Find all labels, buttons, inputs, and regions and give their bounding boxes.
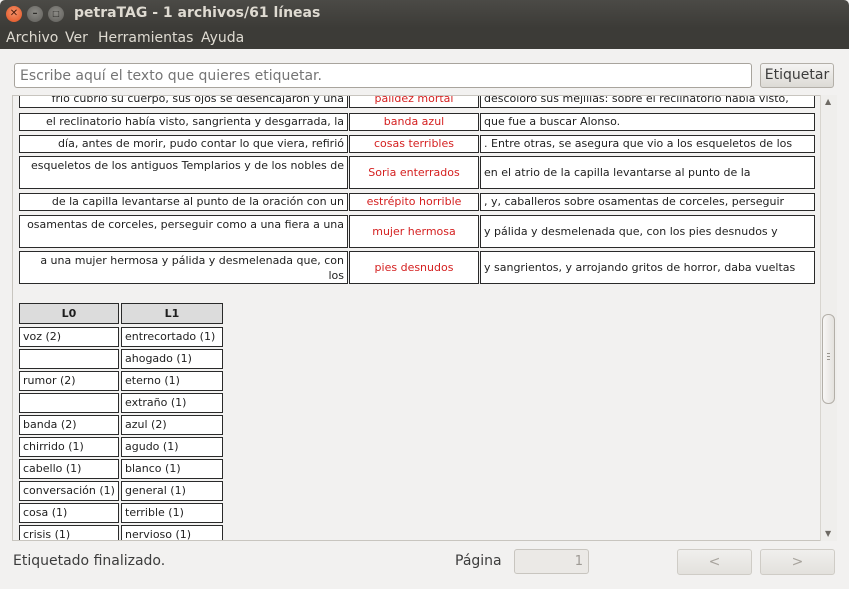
close-icon[interactable]: ✕ — [6, 6, 22, 22]
lexicon-cell: eterno (1) — [121, 371, 223, 391]
results-panel[interactable]: frío cubrió su cuerpo, sus ojos se desen… — [12, 95, 837, 541]
maximize-icon[interactable]: □ — [48, 6, 64, 22]
scroll-down-icon[interactable]: ▼ — [825, 529, 831, 538]
status-message: Etiquetado finalizado. — [13, 553, 166, 569]
next-page-button[interactable]: > — [760, 549, 835, 575]
scroll-up-icon[interactable]: ▲ — [825, 97, 831, 106]
lexicon-cell: conversación (1) — [19, 481, 119, 501]
context-left-cell: de la capilla levantarse al punto de la … — [19, 193, 348, 211]
context-right-cell: en el atrio de la capilla levantarse al … — [480, 156, 815, 189]
context-left-cell: día, antes de morir, pudo contar lo que … — [19, 135, 348, 153]
context-left-cell: esqueletos de los antiguos Templarios y … — [19, 156, 348, 189]
menu-ver[interactable]: Ver — [65, 30, 88, 46]
lexicon-cell — [19, 349, 119, 369]
grip-icon — [827, 359, 830, 360]
context-left-cell: el reclinatorio había visto, sangrienta … — [19, 113, 348, 131]
lexicon-cell — [19, 393, 119, 413]
lexicon-cell: azul (2) — [121, 415, 223, 435]
context-left-cell: frío cubrió su cuerpo, sus ojos se desen… — [19, 96, 348, 108]
lexicon-cell: general (1) — [121, 481, 223, 501]
window-title: petraTAG - 1 archivos/61 líneas — [74, 5, 321, 21]
lexicon-cell: agudo (1) — [121, 437, 223, 457]
minimize-icon[interactable]: – — [27, 6, 43, 22]
text-to-tag-input[interactable] — [14, 63, 752, 88]
menu-archivo[interactable]: Archivo — [6, 30, 58, 46]
lexicon-cell: cabello (1) — [19, 459, 119, 479]
context-right-cell: descoloró sus mejillas: sobre el reclina… — [480, 96, 815, 108]
lexicon-cell: entrecortado (1) — [121, 327, 223, 347]
title-bar: ✕ – □ petraTAG - 1 archivos/61 líneas — [0, 0, 849, 28]
keyword-cell: mujer hermosa — [349, 215, 479, 248]
lexicon-cell: extraño (1) — [121, 393, 223, 413]
menu-ayuda[interactable]: Ayuda — [201, 30, 244, 46]
lexicon-cell: cosa (1) — [19, 503, 119, 523]
menu-herramientas[interactable]: Herramientas — [98, 30, 193, 46]
page-number-field[interactable]: 1 — [514, 549, 589, 574]
lexicon-cell: banda (2) — [19, 415, 119, 435]
context-right-cell: , y, caballeros sobre osamentas de corce… — [480, 193, 815, 211]
lexicon-cell: chirrido (1) — [19, 437, 119, 457]
lexicon-cell: voz (2) — [19, 327, 119, 347]
lexicon-cell: terrible (1) — [121, 503, 223, 523]
grip-icon — [827, 353, 830, 354]
context-left-cell: a una mujer hermosa y pálida y desmelena… — [19, 251, 348, 284]
lexicon-header-l0[interactable]: L0 — [19, 303, 119, 324]
grip-icon — [827, 356, 830, 357]
lexicon-cell: crisis (1) — [19, 525, 119, 540]
context-right-cell: que fue a buscar Alonso. — [480, 113, 815, 131]
lexicon-header-l1[interactable]: L1 — [121, 303, 223, 324]
keyword-cell: banda azul — [349, 113, 479, 131]
menu-bar: Archivo Ver Herramientas Ayuda — [0, 28, 849, 49]
keyword-cell: Soria enterrados — [349, 156, 479, 189]
context-left-cell: osamentas de corceles, perseguir como a … — [19, 215, 348, 248]
lexicon-cell: ahogado (1) — [121, 349, 223, 369]
context-right-cell: . Entre otras, se asegura que vio a los … — [480, 135, 815, 153]
keyword-cell: cosas terribles — [349, 135, 479, 153]
page-label: Página — [455, 553, 502, 569]
keyword-cell: pies desnudos — [349, 251, 479, 284]
tag-button[interactable]: Etiquetar — [760, 63, 834, 88]
keyword-cell: estrépito horrible — [349, 193, 479, 211]
prev-page-button[interactable]: < — [677, 549, 752, 575]
lexicon-cell: nervioso (1) — [121, 525, 223, 540]
lexicon-cell: rumor (2) — [19, 371, 119, 391]
context-right-cell: y pálida y desmelenada que, con los pies… — [480, 215, 815, 248]
lexicon-cell: blanco (1) — [121, 459, 223, 479]
context-right-cell: y sangrientos, y arrojando gritos de hor… — [480, 251, 815, 284]
keyword-cell: palidez mortal — [349, 96, 479, 108]
